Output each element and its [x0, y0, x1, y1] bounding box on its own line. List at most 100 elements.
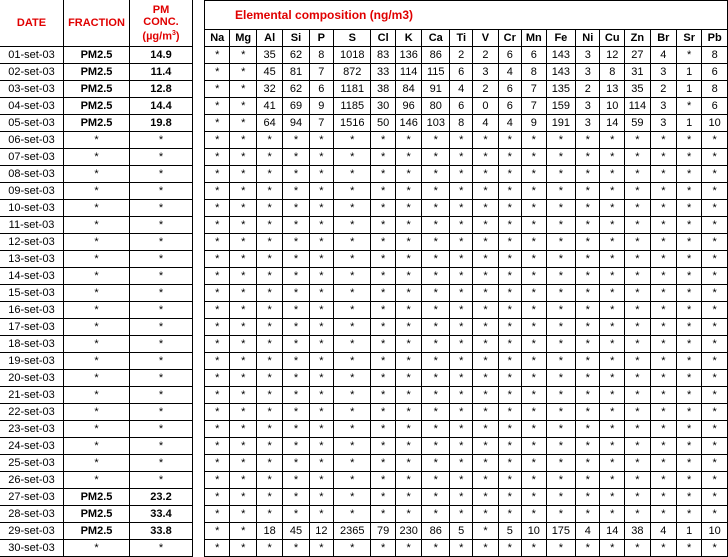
value-cell-s: *: [333, 318, 372, 336]
fraction-cell: *: [63, 318, 130, 336]
value-cell-al: *: [255, 403, 284, 421]
value-cell-cl: *: [370, 488, 396, 506]
composition-title: Elemental composition (ng/m3): [204, 0, 728, 30]
pm-conc-cell: *: [129, 284, 193, 302]
value-cell-ni: *: [575, 386, 601, 404]
sample-row: 10-set-03 * *: [0, 199, 193, 217]
pm-conc-cell: 14.9: [129, 46, 193, 64]
value-cell-k: *: [394, 437, 423, 455]
fraction-cell: *: [63, 403, 130, 421]
value-cell-sr: *: [675, 539, 703, 557]
value-cell-v: *: [472, 148, 499, 166]
value-cell-cu: *: [599, 182, 626, 200]
value-cell-ca: *: [421, 233, 451, 251]
date-cell: 20-set-03: [0, 369, 64, 387]
pm-conc-cell: *: [129, 335, 193, 353]
value-cell-mg: *: [229, 284, 257, 302]
value-cell-br: *: [649, 216, 678, 234]
value-cell-cl: *: [370, 267, 396, 285]
value-cell-k: *: [394, 488, 423, 506]
value-cell-ti: *: [449, 420, 474, 438]
value-cell-sr: *: [675, 199, 703, 217]
fraction-cell: PM2.5: [63, 80, 130, 98]
value-cell-zn: *: [624, 335, 651, 353]
value-cell-na: *: [203, 284, 231, 302]
value-cell-br: *: [649, 403, 678, 421]
value-cell-k: *: [394, 233, 423, 251]
composition-row: * * * * * * * * * * * * * * * * * * * *: [203, 386, 728, 404]
value-cell-mg: *: [229, 165, 257, 183]
value-cell-cr: 6: [497, 46, 523, 64]
value-cell-ti: *: [449, 386, 474, 404]
value-cell-ti: *: [449, 318, 474, 336]
value-cell-sr: 1: [675, 114, 703, 132]
value-cell-mn: 7: [521, 80, 547, 98]
pm-conc-cell: 11.4: [129, 63, 193, 81]
value-cell-ti: *: [449, 539, 474, 557]
date-cell: 21-set-03: [0, 386, 64, 404]
value-cell-cr: 4: [497, 63, 523, 81]
value-cell-k: *: [394, 199, 423, 217]
pm-conc-cell: 23.2: [129, 488, 193, 506]
value-cell-na: *: [203, 80, 231, 98]
value-cell-mn: 7: [521, 97, 547, 115]
value-cell-cl: *: [370, 233, 396, 251]
value-cell-mg: *: [229, 437, 257, 455]
value-cell-si: *: [282, 471, 310, 489]
value-cell-cu: 12: [599, 46, 626, 64]
value-cell-mg: *: [229, 250, 257, 268]
value-cell-cl: *: [370, 352, 396, 370]
value-cell-na: *: [203, 63, 231, 81]
value-cell-cl: 38: [370, 80, 396, 98]
value-cell-al: 35: [255, 46, 284, 64]
value-cell-v: *: [472, 182, 499, 200]
fraction-cell: *: [63, 284, 130, 302]
value-cell-p: *: [308, 369, 335, 387]
sample-row: 07-set-03 * *: [0, 148, 193, 166]
value-cell-zn: *: [624, 233, 651, 251]
composition-row: * * * * * * * * * * * * * * * * * * * *: [203, 318, 728, 336]
value-cell-al: *: [255, 369, 284, 387]
value-cell-cr: *: [497, 386, 523, 404]
value-cell-cr: *: [497, 284, 523, 302]
fraction-cell: *: [63, 182, 130, 200]
value-cell-cr: *: [497, 403, 523, 421]
sample-row: 22-set-03 * *: [0, 403, 193, 421]
value-cell-mn: *: [521, 488, 547, 506]
value-cell-ca: *: [421, 437, 451, 455]
value-cell-fe: *: [545, 165, 577, 183]
value-cell-al: *: [255, 131, 284, 149]
value-cell-br: *: [649, 488, 678, 506]
value-cell-br: *: [649, 318, 678, 336]
pm-conc-cell: *: [129, 131, 193, 149]
value-cell-ni: *: [575, 420, 601, 438]
value-cell-p: *: [308, 148, 335, 166]
value-cell-ca: *: [421, 318, 451, 336]
value-cell-ca: *: [421, 301, 451, 319]
value-cell-mn: *: [521, 420, 547, 438]
element-header-row: Na Mg Al Si P S Cl K Ca Ti V Cr Mn Fe Ni Cu Zn Br Sr Pb: [203, 29, 728, 47]
value-cell-k: 96: [394, 97, 423, 115]
value-cell-cr: *: [497, 420, 523, 438]
value-cell-ni: *: [575, 165, 601, 183]
value-cell-si: *: [282, 182, 310, 200]
value-cell-k: *: [394, 148, 423, 166]
value-cell-si: 94: [282, 114, 310, 132]
value-cell-sr: 1: [675, 63, 703, 81]
value-cell-s: *: [333, 131, 372, 149]
value-cell-cu: *: [599, 301, 626, 319]
value-cell-v: *: [472, 437, 499, 455]
value-cell-sr: *: [675, 386, 703, 404]
pm-header-line1: PM: [152, 3, 170, 16]
value-cell-mn: 10: [521, 522, 547, 540]
value-cell-si: *: [282, 539, 310, 557]
fraction-cell: PM2.5: [63, 505, 130, 523]
value-cell-al: *: [255, 386, 284, 404]
value-cell-mn: *: [521, 539, 547, 557]
value-cell-v: 0: [472, 97, 499, 115]
value-cell-k: *: [394, 471, 423, 489]
value-cell-p: *: [308, 318, 335, 336]
fraction-cell: *: [63, 148, 130, 166]
value-cell-cl: *: [370, 369, 396, 387]
value-cell-pb: 8: [701, 80, 728, 98]
